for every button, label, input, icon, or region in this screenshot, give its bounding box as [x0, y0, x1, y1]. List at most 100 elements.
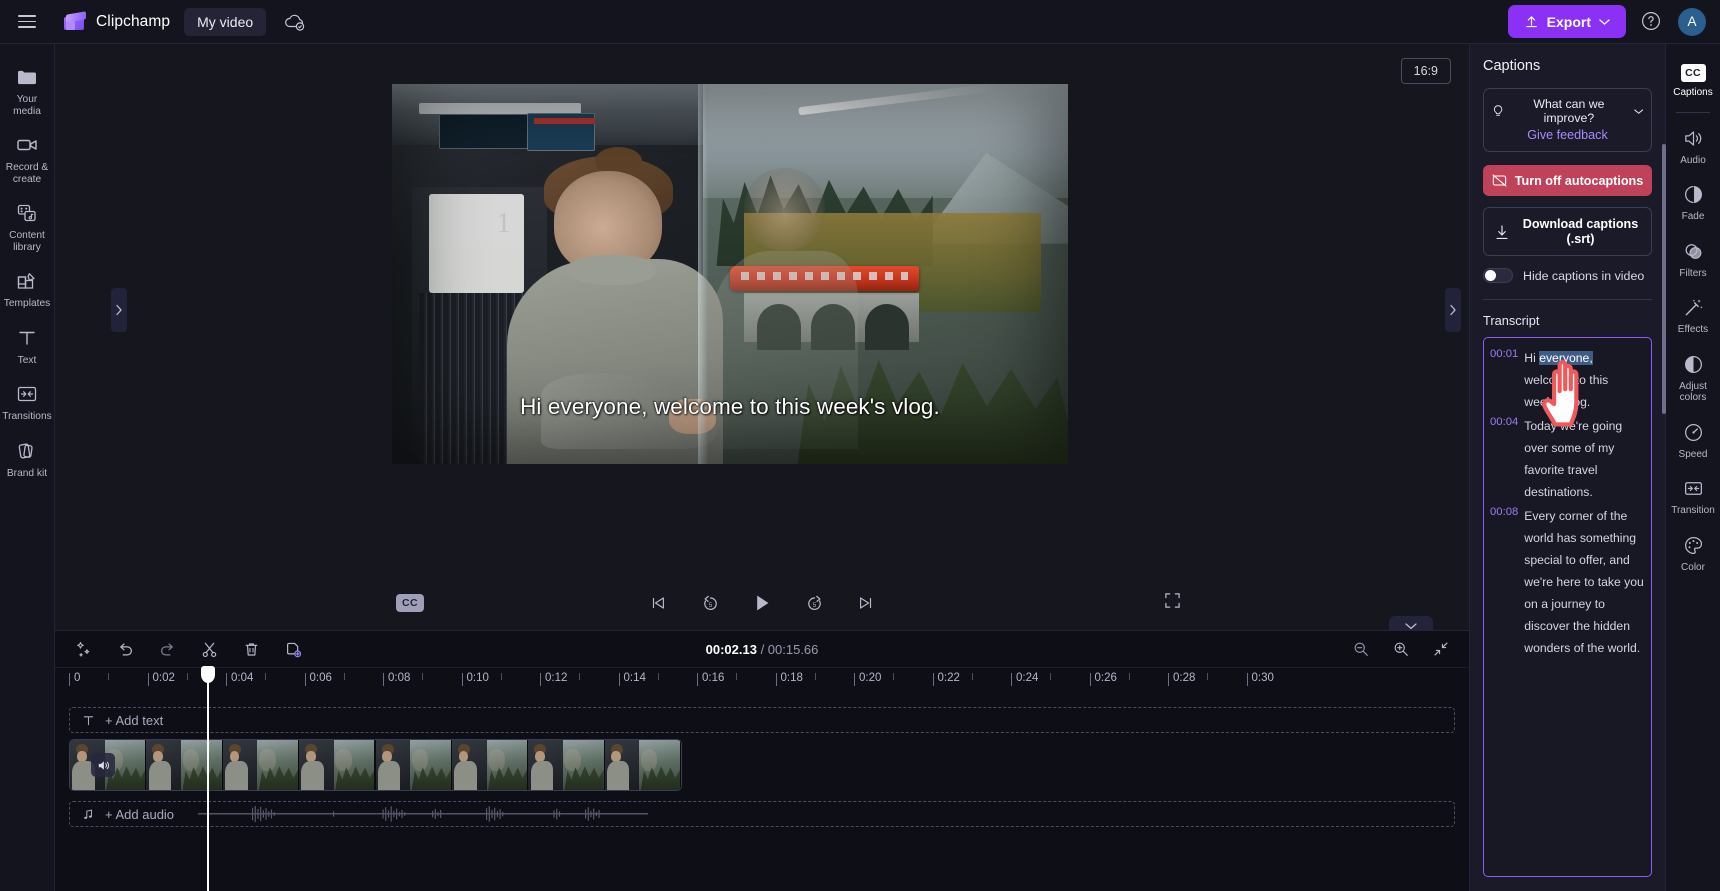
delete-trash-icon[interactable]	[239, 637, 263, 661]
skip-to-end-icon[interactable]	[851, 588, 881, 618]
export-label: Export	[1546, 13, 1591, 30]
brand-name: Clipchamp	[96, 12, 171, 30]
transcript-timestamp: 00:04	[1490, 416, 1519, 428]
right-tool-rail: CC Captions Audio Fade Filters Effects A…	[1662, 44, 1720, 891]
toggle-switch[interactable]	[1483, 268, 1513, 283]
clip-thumbnail	[604, 740, 681, 790]
rail-item-audio[interactable]: Audio	[1666, 119, 1720, 176]
skip-to-start-icon[interactable]	[643, 588, 673, 618]
help-circle-icon[interactable]	[1640, 10, 1664, 34]
transcript-selected-word[interactable]: everyone,	[1539, 351, 1593, 365]
transcript-text[interactable]: Today we're going over some of my favori…	[1524, 415, 1644, 503]
rail-item-label: Audio	[1680, 154, 1706, 166]
chevron-right-icon	[116, 304, 122, 316]
sidebar-item-record-create[interactable]: Record & create	[0, 126, 55, 194]
add-text-label: + Add text	[105, 712, 164, 728]
top-bar: Clipchamp My video Export A	[0, 0, 1720, 44]
clip-thumbnail	[146, 740, 223, 790]
captions-off-icon	[1492, 174, 1507, 187]
video-camera-icon	[17, 139, 37, 151]
transitions-icon	[1684, 482, 1702, 495]
center-column: 16:9 1 Hi everyone, welcome to this week…	[55, 44, 1469, 891]
chevron-down-icon	[1599, 18, 1610, 25]
cloud-saved-icon[interactable]	[282, 9, 308, 35]
rail-item-effects[interactable]: Effects	[1666, 288, 1720, 345]
give-feedback-link[interactable]: Give feedback	[1492, 128, 1643, 142]
color-palette-icon	[1684, 536, 1702, 554]
fit-to-screen-icon[interactable]	[1429, 637, 1453, 661]
rail-item-filters[interactable]: Filters	[1666, 232, 1720, 289]
add-audio-button[interactable]: + Add audio	[69, 801, 1455, 827]
cc-toggle-button[interactable]: CC	[396, 594, 424, 612]
player-controls: CC 5 5	[55, 576, 1469, 636]
rewind-5-icon[interactable]: 5	[695, 588, 725, 618]
panel-scrollbar[interactable]	[1662, 144, 1666, 414]
turn-off-autocaptions-button[interactable]: Turn off autocaptions	[1483, 165, 1652, 196]
forward-5-icon[interactable]: 5	[799, 588, 829, 618]
transcript-box[interactable]: 00:01 Hi everyone, welcome to this week'…	[1483, 337, 1652, 877]
clip-thumbnail	[299, 740, 376, 790]
video-track	[69, 739, 1455, 791]
feedback-question: What can we improve?	[1533, 97, 1605, 125]
split-scissors-icon[interactable]	[197, 637, 221, 661]
sidebar-item-brand-kit[interactable]: Brand kit	[0, 432, 55, 489]
video-caption-overlay: Hi everyone, welcome to this week's vlog…	[520, 394, 940, 419]
add-text-button[interactable]: + Add text	[69, 707, 1455, 733]
hide-captions-toggle[interactable]: Hide captions in video	[1483, 268, 1652, 283]
zoom-out-icon[interactable]	[1349, 637, 1373, 661]
timeline-ruler[interactable]: 0 0:02 0:04 0:06 0:08 0:10 0:12 0:14 0:16 0:18 0:2…	[55, 667, 1469, 693]
transcript-line[interactable]: 00:08 Every corner of the world has some…	[1490, 505, 1644, 659]
rail-item-label: Color	[1681, 561, 1705, 573]
collapse-right-panel-button[interactable]	[1445, 288, 1461, 332]
video-clip[interactable]	[69, 739, 682, 791]
timeline: 00:02.13 / 00:15.66 0 0:02 0:04 0:06 0:0…	[55, 630, 1469, 891]
sidebar-item-label: Content library	[9, 230, 45, 253]
transcript-text[interactable]: Every corner of the world has something …	[1524, 505, 1644, 659]
brand-kit-icon	[18, 443, 33, 458]
rail-item-color[interactable]: Color	[1666, 526, 1720, 583]
transcript-line[interactable]: 00:01 Hi everyone, welcome to this week'…	[1490, 347, 1644, 413]
rail-item-adjust-colors[interactable]: Adjust colors	[1666, 345, 1720, 413]
playhead[interactable]	[201, 666, 215, 891]
project-title[interactable]: My video	[184, 7, 267, 36]
timeline-tracks: + Add text + Add audio	[55, 693, 1469, 891]
zoom-in-icon[interactable]	[1389, 637, 1413, 661]
rail-item-label: Fade	[1681, 211, 1705, 222]
avatar[interactable]: A	[1678, 7, 1706, 36]
video-preview-stage[interactable]: Hi everyone, welcome to this week's vlog…	[392, 84, 1068, 464]
rail-item-transition[interactable]: Transition	[1666, 469, 1720, 526]
clip-thumbnail	[451, 740, 529, 790]
transcript-text[interactable]: Hi everyone, welcome to this week's vlog…	[1524, 347, 1644, 413]
rail-item-speed[interactable]: Speed	[1666, 413, 1720, 470]
download-captions-button[interactable]: Download captions (.srt)	[1483, 207, 1652, 256]
export-button[interactable]: Export	[1507, 5, 1626, 38]
sidebar-item-your-media[interactable]: Your media	[0, 58, 55, 126]
rail-item-captions[interactable]: CC Captions	[1666, 56, 1720, 108]
adjust-colors-icon	[1684, 355, 1702, 373]
sidebar-item-text[interactable]: Text	[0, 319, 55, 376]
collapse-left-panel-button[interactable]	[111, 288, 127, 332]
undo-icon[interactable]	[113, 637, 137, 661]
transcript-timestamp: 00:01	[1490, 348, 1519, 360]
sidebar-item-label: Text	[17, 354, 37, 366]
filters-overlap-icon	[1685, 243, 1701, 259]
sidebar-item-content-library[interactable]: Content library	[0, 194, 55, 262]
playhead-handle[interactable]	[201, 666, 215, 683]
lightbulb-icon	[1493, 104, 1503, 116]
text-t-icon	[19, 331, 35, 345]
rail-item-fade[interactable]: Fade	[1666, 175, 1720, 232]
transcript-line[interactable]: 00:04 Today we're going over some of my …	[1490, 415, 1644, 503]
audio-track: + Add audio	[69, 801, 1455, 827]
magic-wand-icon[interactable]	[71, 637, 95, 661]
fullscreen-icon[interactable]	[1164, 592, 1181, 614]
play-button[interactable]	[747, 588, 777, 618]
speedometer-icon	[1684, 423, 1702, 441]
redo-icon[interactable]	[155, 637, 179, 661]
clip-audio-toggle[interactable]	[91, 753, 115, 777]
aspect-ratio-badge[interactable]: 16:9	[1400, 58, 1451, 84]
hamburger-menu-icon[interactable]	[10, 5, 44, 39]
duplicate-icon[interactable]	[281, 637, 305, 661]
feedback-box[interactable]: What can we improve? Give feedback	[1483, 88, 1652, 152]
sidebar-item-templates[interactable]: Templates	[0, 262, 55, 319]
sidebar-item-transitions[interactable]: Transitions	[0, 375, 55, 432]
